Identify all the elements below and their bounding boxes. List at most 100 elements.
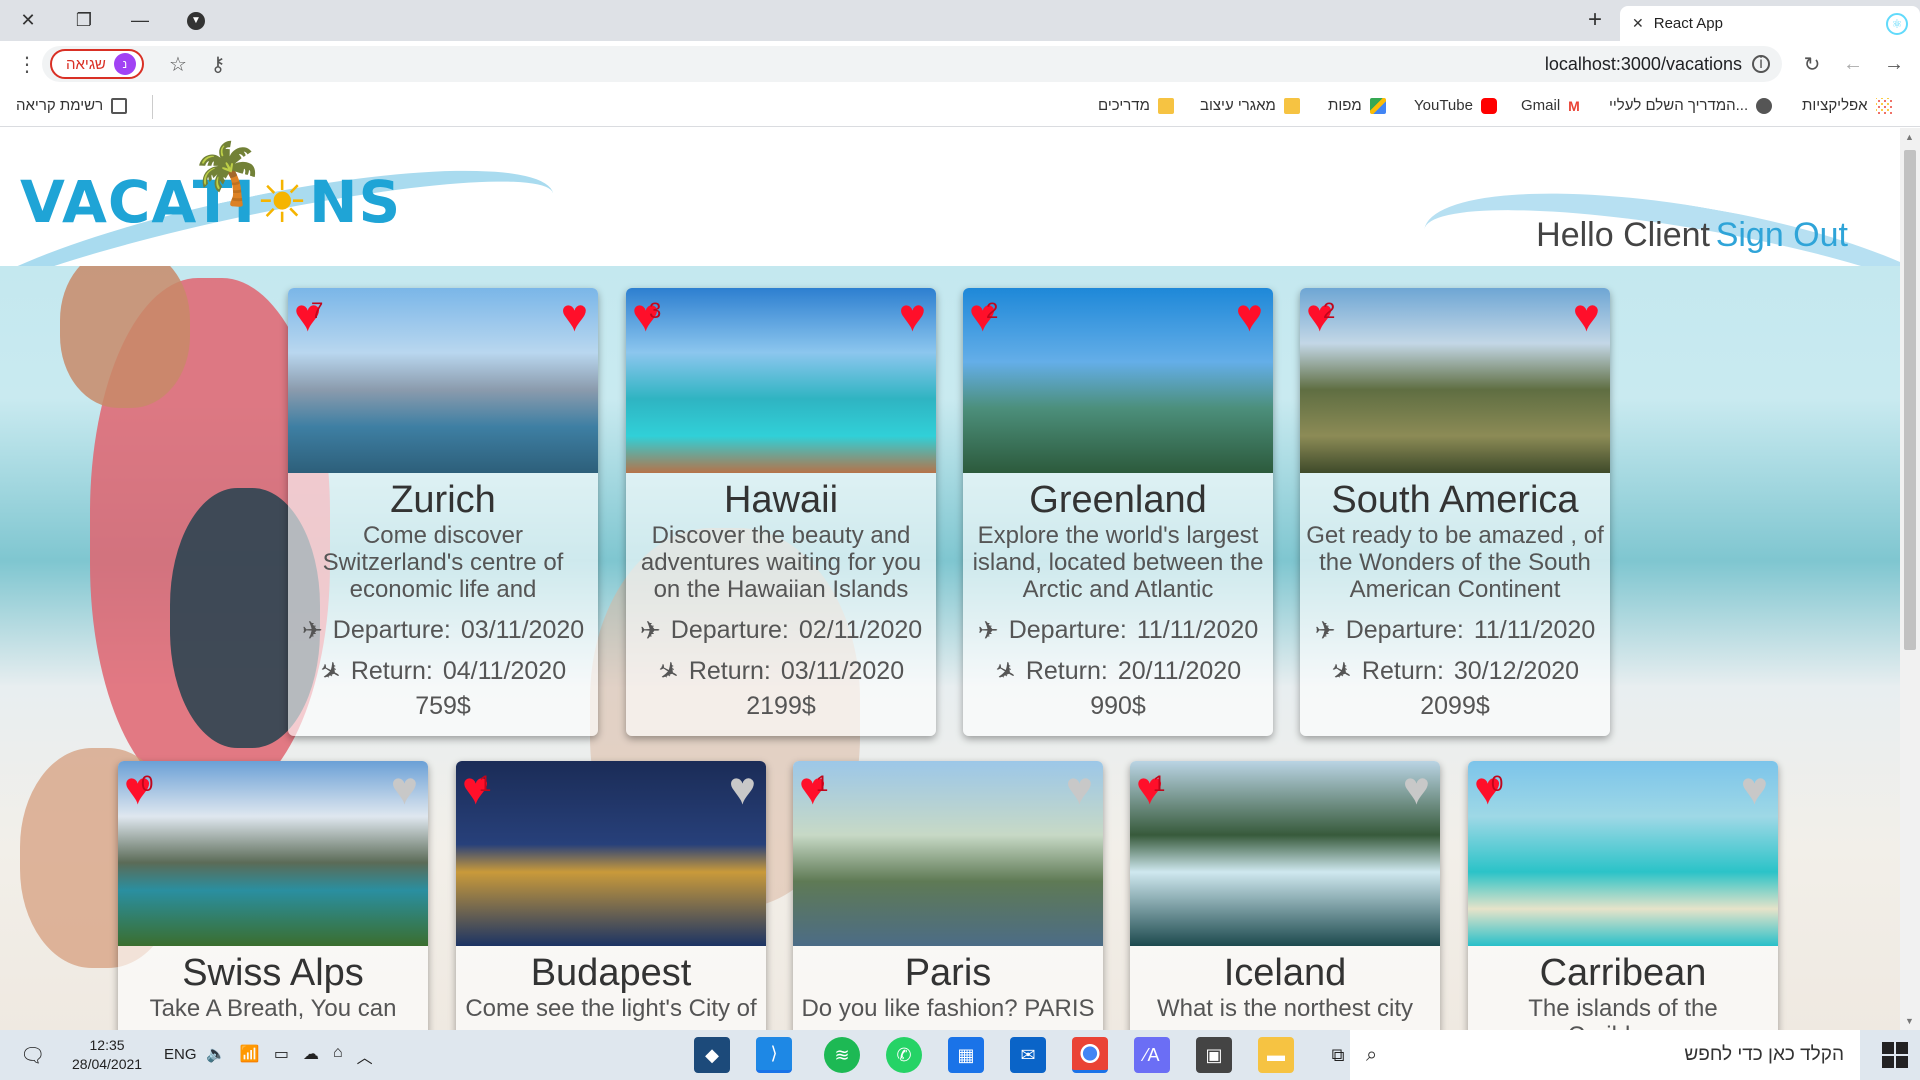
return-row: ✈ Return: 03/11/2020 [626,651,936,692]
browser-menu-button[interactable]: ⋮ [12,49,42,79]
follow-heart-button[interactable]: ♥ [1741,765,1768,811]
start-button[interactable] [1882,1042,1908,1068]
followers-count: 0 [141,771,154,796]
restore-icon: ❐ [75,10,93,30]
profile-error-chip[interactable]: שגיאה נ [50,49,144,79]
reading-list-label: רשימת קריאה [16,97,104,114]
info-icon: i [1752,55,1770,73]
tab-search-button[interactable]: ▼ [168,0,224,41]
folder-icon [1283,97,1300,114]
bookmark-gmail[interactable]: Gmail M [1521,97,1584,114]
forward-button[interactable]: ← [1838,49,1868,79]
windows-icon [1882,1042,1894,1054]
bookmark-apps[interactable]: אפליקציות [1802,97,1892,114]
divider [152,95,153,119]
more-vertical-icon: ⋮ [17,53,37,76]
restore-window-button[interactable]: ❐ [56,0,112,41]
scroll-down-icon[interactable]: ▼ [1905,1016,1914,1026]
return-row: ✈ Return: 20/11/2020 [963,651,1273,692]
airplane-takeoff-icon: ✈ [1314,616,1336,645]
site-info-button[interactable]: i [1746,49,1776,79]
scrollbar-thumb[interactable] [1904,150,1916,650]
bookmark-maps[interactable]: מפות [1328,97,1386,114]
follow-heart-button[interactable]: ♥ [1573,292,1600,338]
airplane-landing-icon: ✈ [989,654,1022,689]
followers-count: 1 [816,771,829,796]
cloud-icon[interactable]: ☁ [303,1044,319,1068]
scroll-up-icon[interactable]: ▲ [1905,132,1914,142]
folder-icon: ▬ [1267,1044,1285,1065]
url-text[interactable]: localhost:3000/vacations [1545,54,1742,75]
editor-icon: ⁄A [1144,1044,1160,1065]
error-label: שגיאה [66,55,106,73]
vacation-description: Do you like fashion? PARIS , [801,995,1095,1030]
tab-title: React App [1653,15,1723,32]
vacation-description: What is the northest city you [1156,995,1414,1030]
follow-heart-button[interactable]: ♥ [729,765,756,811]
vacation-card: ♥ 0 ♥ Swiss Alps Take A Breath, You can [118,761,428,1030]
taskbar-search[interactable]: ⌕ הקלד כאן כדי לחפש [1350,1030,1860,1080]
input-language[interactable]: ENG [164,1046,197,1063]
departure-label: Departure: [1008,616,1127,644]
vacation-image: ♥ 2 ♥ [963,288,1273,473]
bookmark-star-button[interactable]: ☆ [163,49,193,79]
taskbar-app-store[interactable]: ▣ [1196,1037,1232,1073]
chevron-up-icon[interactable]: ︿ [357,1044,373,1068]
vacation-card: ♥1♥ParisDo you like fashion? PARIS , [793,761,1103,1030]
bookmarks-bar: רשימת קריאה מדריכים מאגרי עיצוב מפות You… [0,87,1920,127]
follow-heart-button[interactable]: ♥ [561,292,588,338]
notifications-icon[interactable]: 🗨 [20,1043,45,1068]
taskbar-app-mail[interactable]: ✉ [1010,1037,1046,1073]
follow-heart-button[interactable]: ♥ [391,765,418,811]
follow-heart-button[interactable]: ♥ [1236,292,1263,338]
passwords-button[interactable]: ⚷ [203,49,233,79]
taskbar-app-whatsapp[interactable]: ✆ [886,1037,922,1073]
bookmark-guide[interactable]: המדריך השלם לעליי... [1609,97,1773,114]
airplane-landing-icon: ✈ [314,654,347,689]
bookmark-guides[interactable]: מדריכים [1098,97,1174,114]
vacation-image: ♥ 1 ♥ [793,761,1103,946]
maps-icon [1369,97,1386,114]
bookmark-youtube[interactable]: YouTube [1414,97,1497,114]
close-window-button[interactable]: ✕ [0,0,56,41]
vacation-image: ♥ 2 ♥ [1300,288,1610,473]
taskbar-app-vscode[interactable]: ⟩ [756,1037,792,1073]
taskbar-clock[interactable]: 12:35 28/04/2021 [72,1036,142,1074]
back-button[interactable]: → [1879,49,1909,79]
reload-button[interactable]: ↻ [1797,49,1827,79]
tab-close-icon[interactable]: ✕ [1632,15,1644,32]
bookmark-design-repos[interactable]: מאגרי עיצוב [1200,97,1300,114]
star-icon: ☆ [169,53,187,76]
battery-icon[interactable]: ▭ [274,1044,289,1068]
follow-heart-button[interactable]: ♥ [1403,765,1430,811]
vacation-title: Iceland [1223,952,1347,994]
reading-list-button[interactable]: רשימת קריאה [16,97,128,114]
tab-react-app[interactable]: ✕ React App ⚛ [1620,6,1920,41]
device-icon[interactable]: ⌂ [333,1044,343,1068]
follow-heart-button[interactable]: ♥ [1066,765,1093,811]
address-bar[interactable] [42,46,1782,82]
volume-icon[interactable]: 🔈 [206,1044,226,1068]
wifi-icon[interactable]: 📶 [240,1044,260,1068]
minimize-window-button[interactable]: — [112,0,168,41]
taskbar-app-chrome[interactable] [1072,1037,1108,1073]
sign-out-link[interactable]: Sign Out [1716,216,1848,255]
page-scrollbar[interactable]: ▲ ▼ [1900,128,1920,1030]
taskbar-app-calendar[interactable]: ▦ [948,1037,984,1073]
new-tab-button[interactable]: + [1588,6,1602,34]
taskbar-app-explorer[interactable]: ▬ [1258,1037,1294,1073]
taskbar-app-spotify[interactable]: ≋ [824,1037,860,1073]
taskbar-app-editor[interactable]: ⁄A [1134,1037,1170,1073]
mysql-icon: ◆ [705,1044,719,1065]
vacation-card: ♥ 2 ♥ Greenland Explore the world's largest … [963,288,1273,736]
followers-count: 0 [1491,771,1504,796]
follow-heart-button[interactable]: ♥ [899,292,926,338]
departure-row: ✈ Departure: 11/11/2020 [963,610,1273,651]
return-row: ✈ Return: 04/11/2020 [288,651,598,692]
tray-icons: 🔈 📶 ▭ ☁ ⌂ ︿ [206,1044,373,1068]
vacation-card: ♥ 1 ♥ Budapest Come see the light's City of [456,761,766,1030]
vacation-description: Take A Breath, You can [149,995,397,1022]
site-header: VACATI☀NS 🌴 Hello Client Sign Out [0,128,1900,266]
reload-icon: ↻ [1803,53,1821,76]
taskbar-app-mysql[interactable]: ◆ [694,1037,730,1073]
